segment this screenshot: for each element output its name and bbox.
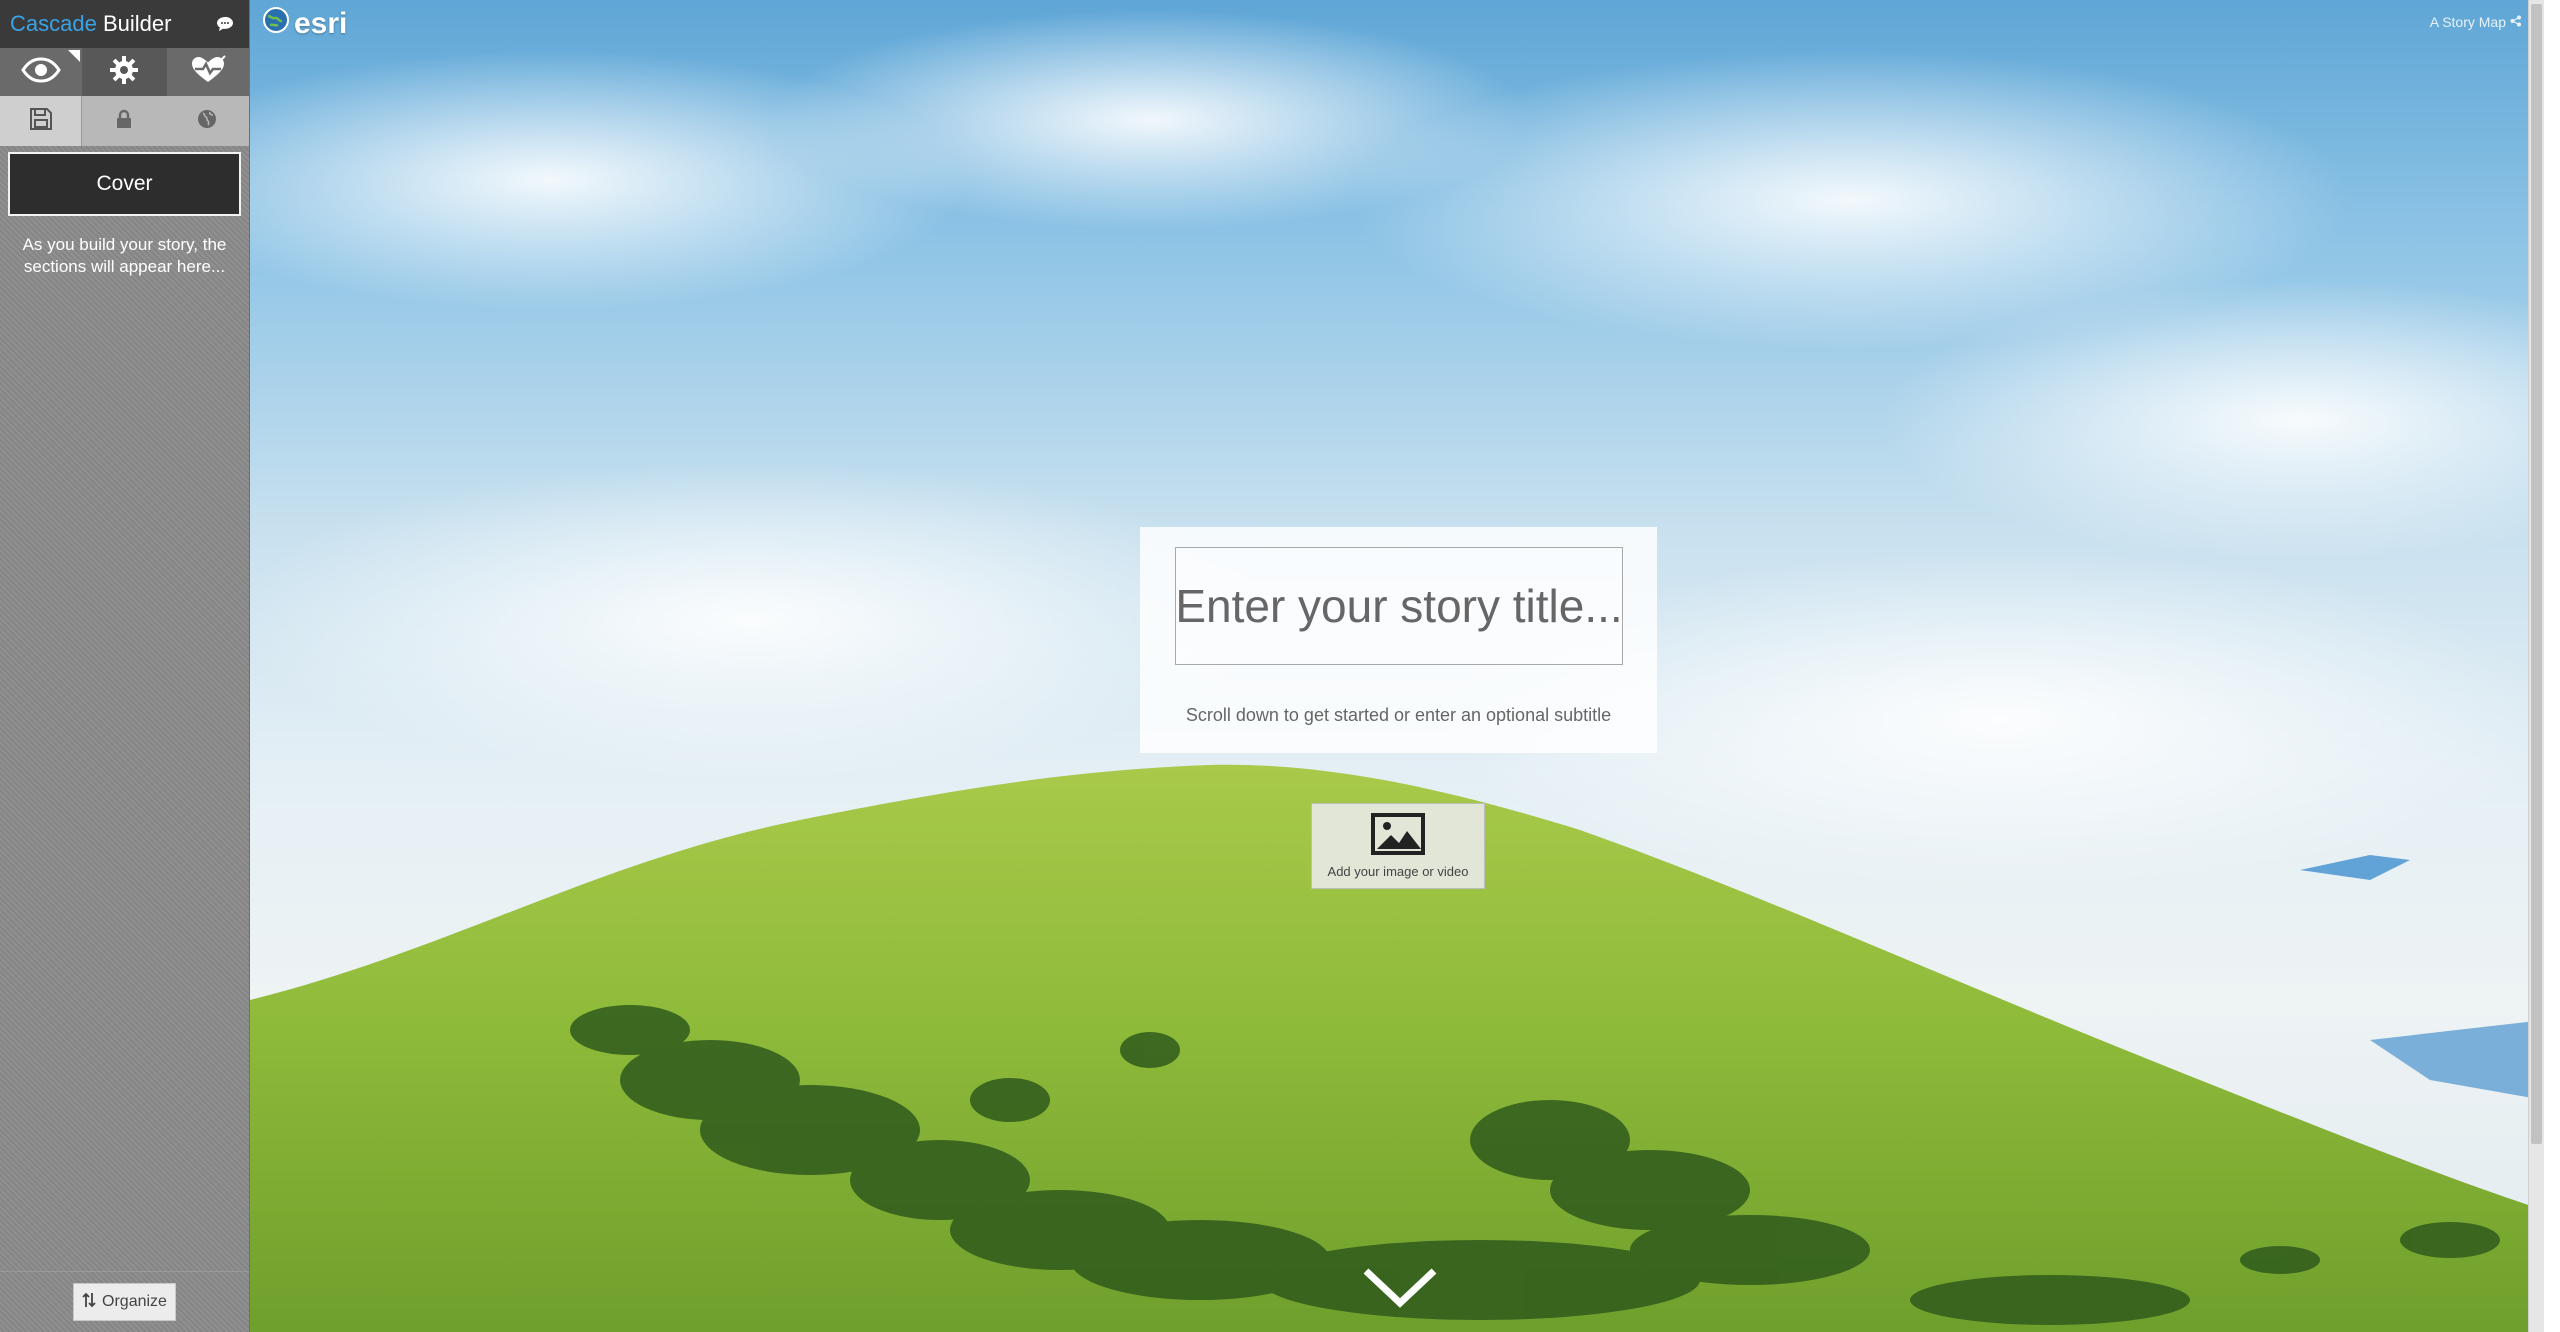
add-media-button[interactable]: Add your image or video xyxy=(1311,803,1485,889)
builder-sidebar: Cascade Builder Cover As you build your … xyxy=(0,0,250,1332)
settings-button[interactable] xyxy=(83,48,167,96)
share-button[interactable] xyxy=(166,96,249,146)
publish-toolbar xyxy=(0,96,249,146)
esri-logo-text: esri xyxy=(294,7,348,40)
page-scrollbar[interactable] xyxy=(2528,0,2544,1332)
story-subtitle-input[interactable]: Scroll down to get started or enter an o… xyxy=(1140,705,1657,726)
story-health-button[interactable] xyxy=(166,48,249,96)
builder-toolbar xyxy=(0,48,249,96)
app-title: Cascade Builder xyxy=(10,11,171,37)
gear-icon xyxy=(109,55,139,90)
dropdown-corner-indicator xyxy=(68,50,81,62)
save-button[interactable] xyxy=(0,96,83,146)
eye-icon xyxy=(21,56,61,88)
save-icon xyxy=(29,107,53,136)
add-media-label: Add your image or video xyxy=(1327,864,1469,879)
story-title-input[interactable]: Enter your story title... xyxy=(1175,547,1623,665)
sort-arrows-icon xyxy=(82,1292,96,1313)
section-item-cover[interactable]: Cover xyxy=(8,152,241,216)
lock-icon xyxy=(116,109,132,134)
app-title-accent: Cascade xyxy=(10,11,97,36)
share-icon xyxy=(2510,14,2522,30)
organize-button[interactable]: Organize xyxy=(73,1283,176,1321)
cascade-builder-app: Cascade Builder Cover As you build your … xyxy=(0,0,2560,1332)
preview-button[interactable] xyxy=(0,48,84,96)
heart-check-icon xyxy=(189,54,227,90)
organize-label: Organize xyxy=(102,1293,167,1310)
scroll-down-icon[interactable] xyxy=(1360,1262,1440,1312)
story-cover-stage: esri A Story Map Enter your story title.… xyxy=(250,0,2544,1332)
sidebar-footer: Organize xyxy=(0,1271,249,1332)
app-title-rest: Builder xyxy=(96,11,172,36)
esri-logo[interactable]: esri xyxy=(262,6,347,42)
globe-icon xyxy=(197,109,217,134)
story-map-link[interactable]: A Story Map xyxy=(2430,14,2522,30)
image-icon xyxy=(1371,813,1425,860)
globe-logo-icon xyxy=(262,6,290,42)
sidebar-header: Cascade Builder xyxy=(0,0,249,48)
sections-hint: As you build your story, the sections wi… xyxy=(22,235,227,276)
privacy-button[interactable] xyxy=(82,96,165,146)
chat-icon[interactable] xyxy=(215,15,235,33)
story-map-label: A Story Map xyxy=(2429,14,2506,30)
scrollbar-thumb[interactable] xyxy=(2531,4,2542,1144)
cover-title-panel: Enter your story title... Scroll down to… xyxy=(1140,527,1657,753)
